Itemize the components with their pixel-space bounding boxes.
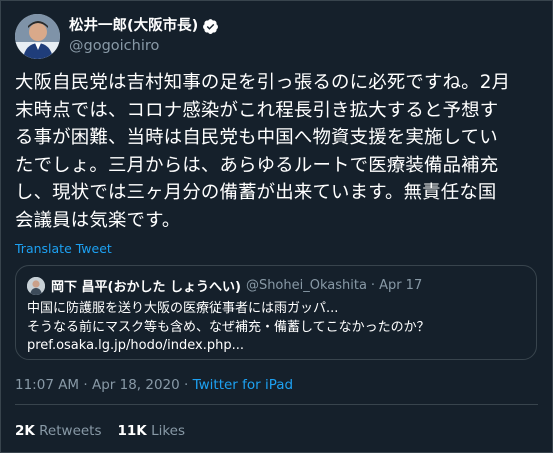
quoted-separator: · xyxy=(370,278,376,293)
likes-count: 11K xyxy=(117,423,147,439)
retweets-stat[interactable]: 2K Retweets xyxy=(15,423,102,439)
tweet-text-line: たでしょ。三月からは、あらゆるルートで医療装備品補充 xyxy=(15,154,499,176)
author-display-name[interactable]: 松井一郎(大阪市長) xyxy=(69,16,198,36)
retweets-label: Retweets xyxy=(39,423,102,439)
translate-tweet-link[interactable]: Translate Tweet xyxy=(15,241,112,256)
quoted-tweet-text: 中国に防護服を送り大阪の医療従事者には雨ガッパ... そうなる前にマスク等も含め… xyxy=(27,300,430,356)
tweet-text-line: る事が困難、当時は自民党も中国へ物資支援を実施してい xyxy=(15,127,498,148)
quoted-tweet[interactable]: 岡下 昌平(おかした しょうへい) @Shohei_Okashita · Apr… xyxy=(15,265,537,360)
tweet-text-line: 会議員は気楽です。 xyxy=(15,209,181,231)
likes-label: Likes xyxy=(151,423,186,439)
quoted-handle: @Shohei_Okashita xyxy=(245,278,367,293)
quoted-display-name: 岡下 昌平(おかした しょうへい) xyxy=(51,280,241,295)
tweet-text-line: 大阪自民党は吉村知事の足を引っ張るのに必死ですね。2月 xyxy=(15,72,511,93)
tweet-card: 松井一郎(大阪市長) @gogoichiro 大阪自民党は吉村知事の足を引っ張る… xyxy=(1,1,552,452)
quoted-text-line: 中国に防護服を送り大阪の医療従事者には雨ガッパ... xyxy=(27,301,339,316)
quoted-link-text: pref.osaka.lg.jp/hodo/index.php... xyxy=(27,338,245,353)
likes-stat[interactable]: 11K Likes xyxy=(118,423,186,439)
quoted-profile-photo-icon xyxy=(27,276,45,295)
quoted-date: Apr 17 xyxy=(379,278,423,293)
quoted-tweet-header: 岡下 昌平(おかした しょうへい) @Shohei_Okashita · Apr… xyxy=(27,276,422,295)
author-names: 松井一郎(大阪市長) @gogoichiro xyxy=(69,16,219,56)
stats-divider xyxy=(15,404,538,405)
tweet-text: 大阪自民党は吉村知事の足を引っ張るのに必死ですね。2月 末時点では、コロナ感染が… xyxy=(15,69,543,234)
tweet-source-link[interactable]: Twitter for iPad xyxy=(193,377,294,393)
tweet-timestamp[interactable]: 11:07 AM · Apr 18, 2020 xyxy=(15,377,180,393)
display-name-row[interactable]: 松井一郎(大阪市長) xyxy=(69,16,219,36)
tweet-text-line: し、現状では三ヶ月分の備蓄が出来ています。無責任な国 xyxy=(15,182,497,203)
tweet-meta: 11:07 AM · Apr 18, 2020 · Twitter for iP… xyxy=(15,377,293,393)
meta-separator: · xyxy=(184,377,189,393)
retweets-count: 2K xyxy=(15,423,35,439)
tweet-stats: 2K Retweets 11K Likes xyxy=(15,423,185,439)
quoted-text-line: そうなる前にマスク等も含め、なぜ補充・備蓄してこなかったのか？ xyxy=(27,319,430,335)
tweet-text-line: 末時点では、コロナ感染がこれ程長引き拡大すると予想す xyxy=(15,99,499,121)
tweet-header: 松井一郎(大阪市長) @gogoichiro xyxy=(15,13,219,59)
verified-badge-icon xyxy=(202,18,219,35)
author-handle[interactable]: @gogoichiro xyxy=(69,36,219,56)
profile-photo-icon[interactable] xyxy=(15,13,60,59)
